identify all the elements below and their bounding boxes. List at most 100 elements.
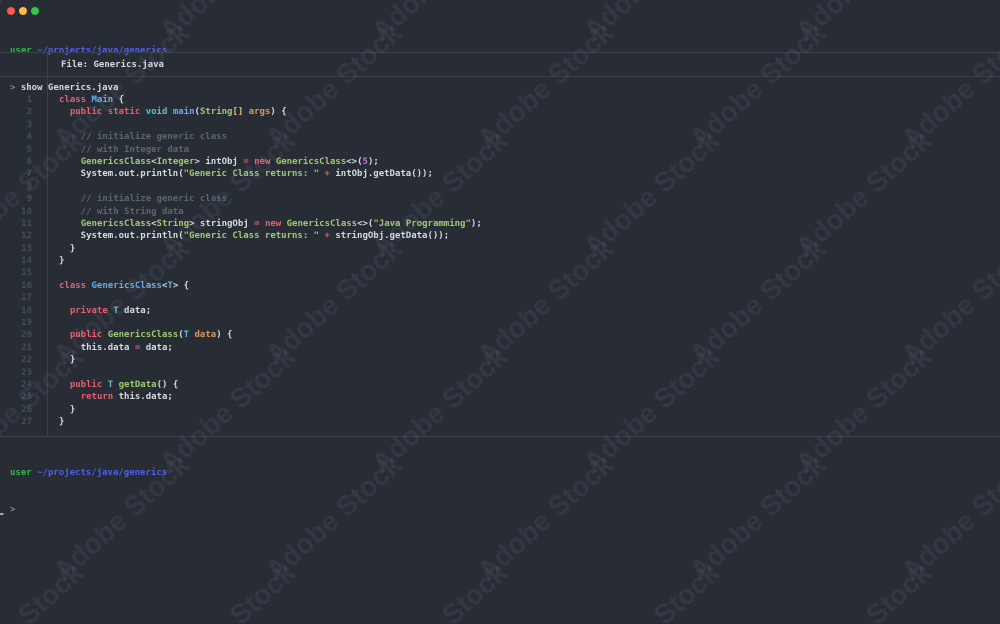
- code-token-pln: this.data;: [113, 392, 173, 403]
- code-token-pln: [59, 306, 70, 316]
- code-token-pln: {: [113, 95, 125, 105]
- line-number: 24: [21, 379, 32, 390]
- watermark-tile: Adobe Stock: [365, 557, 514, 624]
- code-token-pln: }: [59, 417, 65, 428]
- code-token-typ: void: [145, 107, 168, 118]
- code-token-pln: > intObj: [194, 156, 238, 167]
- watermark-tile: Adobe Stock: [153, 557, 302, 624]
- watermark-tile: Adobe Stock: [365, 0, 514, 47]
- code-token-pln: > stringObj: [189, 218, 249, 229]
- line-number: 25: [21, 392, 32, 403]
- watermark-tile: Adobe Stock: [153, 0, 302, 47]
- line-number: 12: [21, 231, 32, 242]
- line-number: 18: [21, 305, 32, 316]
- window-controls: [7, 7, 39, 15]
- code-token-op: =: [248, 218, 265, 229]
- code-token-kw: static: [107, 107, 141, 118]
- code-token-cls: main: [172, 107, 195, 118]
- code-token-pln: [59, 132, 81, 142]
- watermark-tile: Adobe Stock: [577, 0, 726, 47]
- prompt-user: user: [10, 467, 32, 478]
- line-number: 17: [21, 293, 32, 304]
- code-token-pln: <>(: [346, 156, 363, 167]
- line-number: 3: [26, 119, 32, 130]
- code-token-grn: getData: [118, 379, 157, 390]
- line-number: 5: [26, 144, 32, 155]
- code-token-pln: () {: [156, 379, 179, 390]
- line-number: 14: [21, 256, 32, 267]
- code-token-pln: );: [470, 218, 482, 229]
- code-token-kw: private: [69, 305, 108, 316]
- code-token-pln: System.out.println(: [59, 231, 184, 242]
- code-token-cmt: // initialize generic class: [80, 132, 227, 143]
- prompt-path: ~/projects/java/generics: [37, 467, 168, 478]
- code-token-brk: []: [232, 107, 244, 118]
- minimize-window-icon[interactable]: [19, 7, 27, 15]
- code-token-pln: );: [367, 156, 379, 167]
- watermark-tile: Adobe Stock: [683, 448, 832, 587]
- code-token-str: "Generic Class returns: ": [183, 231, 320, 242]
- code-token-op: =: [237, 156, 255, 167]
- code-line: public static void main(String[] args) {: [59, 106, 1000, 118]
- code-line: class Main {: [59, 94, 1000, 106]
- line-number: 15: [21, 268, 32, 279]
- code-token-kw: class: [59, 280, 87, 291]
- code-token-pln: }: [59, 256, 65, 267]
- code-line: }: [59, 416, 1000, 428]
- code-token-pln: data;: [118, 305, 152, 316]
- watermark-tile: Adobe Stock: [895, 448, 1000, 587]
- line-number: 6: [26, 156, 32, 167]
- code-line: System.out.println("Generic Class return…: [59, 168, 1000, 180]
- code-token-grn: String: [199, 107, 233, 118]
- code-token-pln: [59, 145, 81, 155]
- code-viewer: 1 2 3 4 5 6 7 8 9 10 11 12 13 14 15 16 17 18 19 20 21 22 23 24 2…: [0, 77, 1000, 437]
- watermark-tile: Adobe Stock: [471, 448, 620, 587]
- prompt-block-bottom: user ~/projects/java/generics >: [10, 442, 167, 541]
- zoom-window-icon[interactable]: [31, 7, 39, 15]
- code-line: public GenericsClass(T data) {: [59, 329, 1000, 341]
- code-content: class Main { public static void main(Str…: [48, 77, 1000, 436]
- code-line: this.data = data;: [59, 342, 1000, 354]
- code-token-grn: GenericsClass: [80, 218, 152, 229]
- code-token-op: +: [319, 169, 336, 180]
- code-token-grn: GenericsClass: [286, 218, 358, 229]
- code-line: }: [59, 255, 1000, 267]
- line-number: 4: [26, 132, 32, 143]
- code-line: }: [59, 243, 1000, 255]
- line-number: 7: [26, 169, 32, 180]
- line-number: 16: [21, 280, 32, 291]
- watermark-tile: Adobe Stock: [259, 448, 408, 587]
- code-token-grn: GenericsClass: [275, 156, 347, 167]
- code-token-cmt: // with Integer data: [80, 144, 190, 155]
- code-token-kw: public: [69, 330, 103, 341]
- code-token-pln: <>(: [357, 218, 374, 229]
- line-number: 23: [21, 367, 32, 378]
- line-number: 20: [21, 330, 32, 341]
- code-token-grn: String: [156, 218, 190, 229]
- line-number: 9: [26, 194, 32, 205]
- code-line: GenericsClass<String> stringObj = new Ge…: [59, 218, 1000, 230]
- watermark-tile: Adobe Stock: [789, 0, 938, 47]
- close-window-icon[interactable]: [7, 7, 15, 15]
- code-token-pln: [59, 207, 81, 217]
- code-token-pln: [59, 330, 70, 340]
- prompt-line-input[interactable]: >: [10, 504, 167, 516]
- code-token-pln: }: [59, 404, 76, 415]
- watermark-tile: Adobe Stock: [577, 557, 726, 624]
- code-line: // with String data: [59, 206, 1000, 218]
- code-token-kw: new: [264, 218, 282, 229]
- code-token-cmt: // with String data: [80, 206, 184, 217]
- code-token-pln: [59, 380, 70, 390]
- code-token-pln: ) {: [270, 107, 287, 118]
- line-number: 19: [21, 318, 32, 329]
- code-token-kw: class: [59, 95, 87, 105]
- prompt-line-cwd: user ~/projects/java/generics: [10, 467, 167, 479]
- terminal-window[interactable]: Adobe Stock Adobe Stock Adobe Stock Adobe S…: [0, 0, 1000, 624]
- code-line: }: [59, 404, 1000, 416]
- code-line: public T getData() {: [59, 379, 1000, 391]
- line-number: 8: [26, 181, 32, 192]
- file-name-label: File: Generics.java: [61, 59, 164, 70]
- line-number: 10: [21, 206, 32, 217]
